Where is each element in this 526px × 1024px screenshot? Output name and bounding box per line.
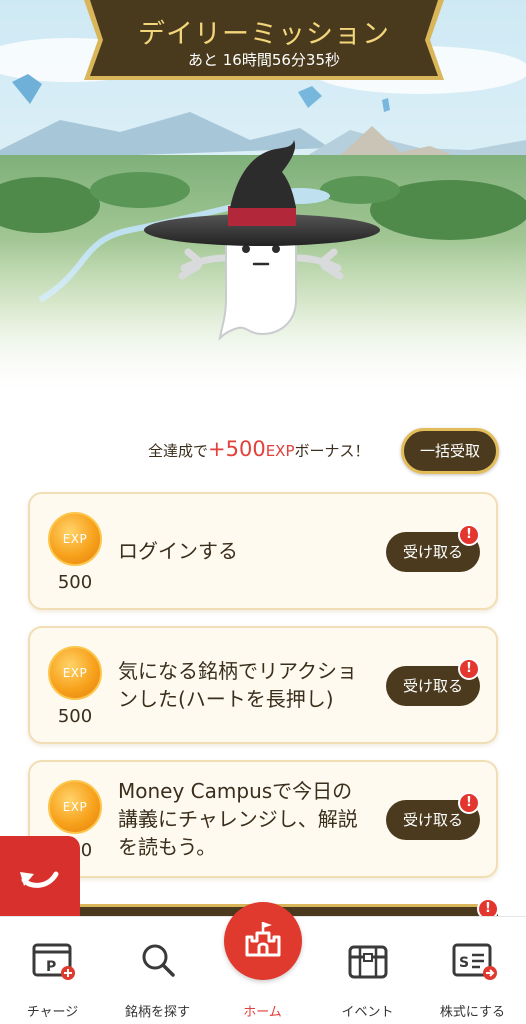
- nav-label: 株式にする: [439, 1005, 506, 1020]
- alert-badge: !: [458, 792, 480, 814]
- bonus-amount: +500: [208, 437, 266, 461]
- exp-coin-icon: EXP: [48, 780, 102, 834]
- mission-description: Money Campusで今日の 講義にチャレンジし、解説 を読もう。: [118, 779, 358, 859]
- mission-description: 気になる銘柄でリアクショ ンした(ハートを長押し): [118, 659, 357, 711]
- nav-label: ホーム: [243, 1005, 282, 1020]
- exp-coin-icon: EXP: [48, 646, 102, 700]
- nav-item-search[interactable]: 銘柄を探す: [105, 917, 210, 1024]
- castle-home-icon: [245, 922, 281, 957]
- claim-all-button[interactable]: 一括受取: [401, 428, 499, 474]
- nav-item-event[interactable]: イベント: [315, 917, 420, 1024]
- mission-card: EXP 500 ログインする 受け取る !: [28, 492, 498, 610]
- bonus-suffix: ボーナス！: [294, 442, 370, 460]
- home-button[interactable]: [224, 902, 302, 980]
- svg-text:S: S: [459, 955, 469, 971]
- bonus-prefix: 全達成で: [148, 442, 209, 460]
- mission-card: EXP 500 Money Campusで今日の 講義にチャレンジし、解説 を読…: [28, 760, 498, 878]
- mission-description: ログインする: [118, 539, 238, 563]
- nav-label: 銘柄を探す: [124, 1005, 190, 1020]
- nav-item-stock[interactable]: S 株式にする: [420, 917, 525, 1024]
- alert-badge: !: [458, 658, 480, 680]
- stock-convert-icon: S: [452, 943, 497, 980]
- bonus-unit: EXP: [265, 442, 295, 460]
- countdown-timer: あと 16時間56分35秒: [187, 51, 341, 69]
- page-title: デイリーミッション: [138, 19, 390, 50]
- floating-action-button[interactable]: [0, 836, 80, 916]
- return-arrow-icon: [20, 871, 59, 888]
- nav-label: チャージ: [26, 1005, 79, 1020]
- nav-item-charge[interactable]: P チャージ: [0, 917, 105, 1024]
- nav-label: イベント: [341, 1005, 394, 1020]
- reward-value: 500: [57, 572, 93, 593]
- charge-card-icon: P: [32, 943, 75, 980]
- mission-card: EXP 500 気になる銘柄でリアクショ ンした(ハートを長押し) 受け取る !: [28, 626, 498, 744]
- title-banner: デイリーミッション あと 16時間56分35秒: [78, 0, 450, 80]
- treasure-chest-icon: [348, 945, 388, 979]
- reward-value: 500: [57, 706, 93, 727]
- search-icon: [142, 944, 175, 977]
- exp-coin-icon: EXP: [48, 512, 102, 566]
- svg-text:P: P: [46, 959, 56, 975]
- completion-bonus-text: 全達成で+500EXPボーナス！: [148, 437, 370, 461]
- alert-badge: !: [458, 524, 480, 546]
